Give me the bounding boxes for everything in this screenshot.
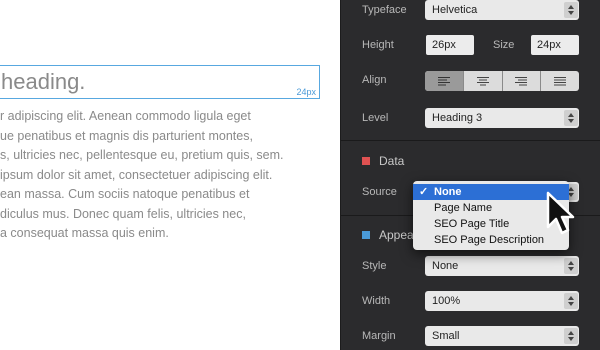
align-center-button[interactable] xyxy=(464,71,503,91)
option-label: Page Name xyxy=(434,202,493,214)
style-value: None xyxy=(432,260,459,272)
align-justify-icon xyxy=(554,77,567,86)
margin-select[interactable]: Small xyxy=(425,326,579,346)
width-label: Width xyxy=(362,295,391,307)
style-select[interactable]: None xyxy=(425,256,579,276)
stepper-arrows-icon xyxy=(564,258,578,274)
inspector-panel: Typeface Helvetica Height 26px Size 24px… xyxy=(340,0,600,350)
paragraph-line: ean massa. Cum sociis natoque penatibus … xyxy=(0,187,250,201)
align-right-button[interactable] xyxy=(503,71,542,91)
stepper-arrows-icon xyxy=(564,110,578,126)
size-label: Size xyxy=(493,39,515,51)
data-section-color-icon xyxy=(362,157,370,165)
width-select[interactable]: 100% xyxy=(425,291,579,311)
font-size-badge: 24px xyxy=(296,87,316,97)
align-label: Align xyxy=(362,74,387,86)
align-justify-button[interactable] xyxy=(541,71,579,91)
level-select[interactable]: Heading 3 xyxy=(425,108,579,128)
typeface-select[interactable]: Helvetica xyxy=(425,0,579,20)
width-value: 100% xyxy=(432,295,461,307)
option-label: None xyxy=(434,186,462,198)
heading-text[interactable]: heading. xyxy=(1,69,85,95)
align-segmented-control[interactable] xyxy=(425,71,579,91)
option-label: SEO Page Title xyxy=(434,218,510,230)
source-label: Source xyxy=(362,186,397,198)
appearance-section-color-icon xyxy=(362,231,370,239)
paragraph-line: s, ultricies nec, pellentesque eu, preti… xyxy=(0,148,284,162)
size-value: 24px xyxy=(537,39,561,51)
height-label: Height xyxy=(362,39,394,51)
stepper-arrows-icon xyxy=(564,328,578,344)
align-left-button[interactable] xyxy=(425,71,464,91)
paragraph-line: ipsum dolor sit amet, consectetuer adipi… xyxy=(0,167,273,182)
align-left-icon xyxy=(437,77,450,86)
option-label: SEO Page Description xyxy=(434,234,545,246)
data-section-title: Data xyxy=(379,154,405,168)
level-label: Level xyxy=(362,112,389,124)
checkmark-icon: ✓ xyxy=(419,186,429,198)
style-label: Style xyxy=(362,260,387,272)
mouse-pointer-icon xyxy=(546,191,575,235)
height-value: 26px xyxy=(432,39,456,51)
align-center-icon xyxy=(476,77,489,86)
stepper-arrows-icon xyxy=(564,2,578,18)
level-value: Heading 3 xyxy=(432,112,483,124)
section-divider xyxy=(341,140,600,141)
appearance-section-title: Appea xyxy=(379,228,414,242)
margin-label: Margin xyxy=(362,330,396,342)
paragraph-line: r adipiscing elit. Aenean commodo ligula… xyxy=(0,109,251,123)
align-right-icon xyxy=(515,77,528,86)
height-input[interactable]: 26px xyxy=(426,35,474,55)
paragraph-element[interactable]: r adipiscing elit. Aenean commodo ligula… xyxy=(0,107,283,244)
paragraph-line: a consequat massa quis enim. xyxy=(0,226,169,240)
size-input[interactable]: 24px xyxy=(531,35,579,55)
margin-value: Small xyxy=(432,330,460,342)
typeface-value: Helvetica xyxy=(432,4,478,16)
stepper-arrows-icon xyxy=(564,293,578,309)
paragraph-line: ue penatibus et magnis dis parturient mo… xyxy=(0,128,253,143)
typeface-label: Typeface xyxy=(362,4,407,16)
paragraph-line: diculus mus. Donec quam felis, ultricies… xyxy=(0,206,246,221)
page-canvas: heading. 24px r adipiscing elit. Aenean … xyxy=(0,0,340,350)
heading-element[interactable]: heading. 24px xyxy=(0,65,320,99)
